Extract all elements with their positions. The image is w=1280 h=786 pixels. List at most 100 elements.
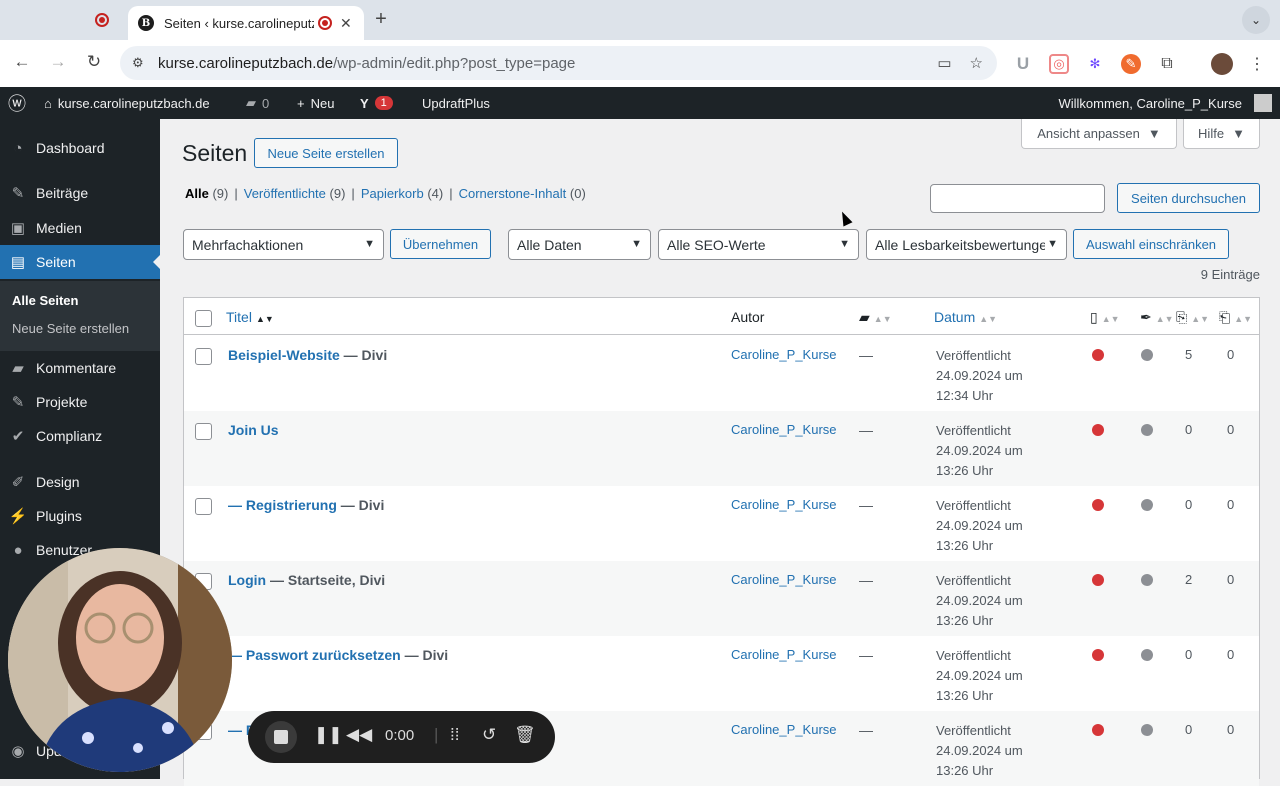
menu-dashboard[interactable]: ◔ Dashboard — [0, 131, 160, 165]
comments-link[interactable]: ▰ 0 — [246, 87, 269, 119]
author-link[interactable]: Caroline_P_Kurse — [731, 722, 837, 737]
tab-title: Seiten ‹ kurse.carolineputzbach.de — [164, 15, 314, 31]
feather-icon: ✒ — [1140, 309, 1152, 325]
column-readability[interactable]: ✒ ▲▼ — [1140, 309, 1174, 326]
row-checkbox[interactable] — [195, 348, 212, 365]
submenu-all-pages[interactable]: Alle Seiten — [12, 293, 78, 308]
rewind-icon[interactable]: ◀◀ — [346, 725, 372, 745]
media-icon: ▣ — [10, 220, 26, 237]
page-title: Seiten — [182, 140, 248, 166]
menu-projects[interactable]: ✎ Projekte — [0, 385, 160, 419]
screen-options-button[interactable]: Ansicht anpassen ▼ — [1021, 119, 1177, 149]
items-count: 9 Einträge — [1200, 267, 1260, 282]
row-checkbox[interactable] — [195, 498, 212, 515]
extension-badge-icon[interactable]: ✻ — [1085, 54, 1105, 74]
seo-score-dot — [1092, 574, 1104, 586]
filter-button[interactable]: Auswahl einschränken — [1073, 229, 1229, 259]
column-outgoing-links[interactable]: ⎘ ▲▼ — [1176, 309, 1209, 326]
row-checkbox[interactable] — [195, 423, 212, 440]
menu-media[interactable]: ▣ Medien — [0, 211, 160, 245]
date-filter-select[interactable]: Alle Daten ▼ — [508, 229, 651, 260]
comments-cell: — — [859, 722, 873, 738]
seo-filter-select[interactable]: Alle SEO-Werte ▼ — [658, 229, 859, 260]
profile-avatar[interactable] — [1211, 53, 1233, 75]
restart-icon[interactable]: ↺ — [482, 725, 496, 745]
new-content-link[interactable]: + Neu — [297, 87, 334, 119]
page-title-link[interactable]: Beispiel-Website — Divi — [228, 347, 387, 363]
site-name-link[interactable]: ⌂ kurse.carolineputzbach.de — [44, 87, 210, 119]
column-title[interactable]: Titel ▲▼ — [226, 309, 274, 325]
webcam-person-image — [8, 548, 232, 772]
sort-icon: ▲▼ — [873, 314, 892, 324]
author-link[interactable]: Caroline_P_Kurse — [731, 422, 837, 437]
url-text: kurse.carolineputzbach.de/wp-admin/edit.… — [158, 54, 576, 72]
pinned-tab[interactable] — [86, 8, 118, 32]
sort-icon: ▲▼ — [979, 314, 998, 324]
updraftplus-link[interactable]: UpdraftPlus — [422, 87, 490, 119]
help-button[interactable]: Hilfe ▼ — [1183, 119, 1260, 149]
close-tab-icon[interactable]: ✕ — [340, 15, 352, 32]
page-title-link[interactable]: — Registrierung — Divi — [228, 497, 384, 513]
filter-trash[interactable]: Papierkorb (4) — [361, 186, 443, 201]
back-icon[interactable]: ← — [10, 52, 34, 72]
author-link[interactable]: Caroline_P_Kurse — [731, 497, 837, 512]
column-seo-score[interactable]: ▯ ▲▼ — [1090, 309, 1120, 326]
browser-menu-icon[interactable]: ⋮ — [1247, 54, 1267, 74]
menu-posts[interactable]: ✎ Beiträge — [0, 176, 160, 210]
search-pages-button[interactable]: Seiten durchsuchen — [1117, 183, 1260, 213]
menu-comments[interactable]: ▰ Kommentare — [0, 351, 160, 385]
active-tab[interactable]: B Seiten ‹ kurse.carolineputzbach.de ✕ — [128, 6, 364, 40]
author-link[interactable]: Caroline_P_Kurse — [731, 647, 837, 662]
comments-cell: — — [859, 497, 873, 513]
add-new-page-button[interactable]: Neue Seite erstellen — [254, 138, 398, 168]
mouse-cursor — [837, 209, 853, 227]
column-comments[interactable]: ▰ ▲▼ — [859, 309, 892, 326]
reload-icon[interactable]: ↻ — [82, 52, 106, 72]
stop-recording-button[interactable] — [265, 721, 297, 753]
column-date[interactable]: Datum ▲▼ — [934, 309, 997, 325]
incoming-links-count: 0 — [1227, 497, 1235, 512]
trash-icon[interactable]: 🗑 — [514, 725, 536, 745]
bookmark-star-icon[interactable]: ☆ — [970, 54, 983, 72]
author-link[interactable]: Caroline_P_Kurse — [731, 347, 837, 362]
column-incoming-links[interactable]: ⎗ ▲▼ — [1219, 309, 1252, 326]
my-account-link[interactable]: Willkommen, Caroline_P_Kurse — [1058, 87, 1272, 119]
recording-timer: 0:00 — [385, 727, 415, 744]
extension-orange-icon[interactable]: ✎ — [1121, 54, 1141, 74]
site-settings-icon[interactable]: ⚙ — [132, 55, 148, 71]
new-tab-icon[interactable]: + — [370, 8, 392, 31]
menu-pages[interactable]: ▤ Seiten — [0, 245, 160, 279]
pages-submenu: Alle Seiten Neue Seite erstellen — [0, 281, 160, 351]
extension-u-icon[interactable]: U — [1013, 54, 1033, 74]
bulk-action-select[interactable]: Mehrfachaktionen ▼ — [183, 229, 384, 260]
filter-all[interactable]: Alle (9) — [185, 186, 228, 201]
pause-icon[interactable]: ❚❚ — [314, 725, 343, 745]
submenu-new-page[interactable]: Neue Seite erstellen — [12, 321, 129, 336]
forward-icon[interactable]: → — [46, 52, 70, 72]
menu-plugins[interactable]: ⚡ Plugins — [0, 499, 160, 533]
yoast-link[interactable]: Y1 — [360, 87, 393, 119]
readability-dot — [1141, 649, 1153, 661]
extension-instagram-icon[interactable]: ◎ — [1049, 54, 1069, 74]
readability-filter-select[interactable]: Alle Lesbarkeitsbewertungen ▼ — [866, 229, 1067, 260]
wordpress-logo-icon[interactable]: ⓦ — [8, 87, 26, 119]
menu-design[interactable]: ✐ Design — [0, 465, 160, 499]
comment-bubble-icon: ▰ — [859, 309, 870, 325]
page-title-link[interactable]: — Passwort zurücksetzen — Divi — [228, 647, 448, 663]
select-all-checkbox[interactable] — [195, 310, 212, 327]
author-link[interactable]: Caroline_P_Kurse — [731, 572, 837, 587]
chevron-down-icon: ▼ — [631, 238, 642, 250]
extensions-puzzle-icon[interactable]: ⧉ — [1157, 54, 1177, 74]
page-title-link[interactable]: Login — Startseite, Divi — [228, 572, 385, 588]
address-bar[interactable]: ⚙ kurse.carolineputzbach.de/wp-admin/edi… — [120, 46, 997, 80]
filter-published[interactable]: Veröffentlichte (9) — [244, 186, 346, 201]
tab-search-icon[interactable]: ⌄ — [1242, 6, 1270, 34]
menu-complianz[interactable]: ✔ Complianz — [0, 419, 160, 453]
camera-icon[interactable]: ▭ — [937, 54, 951, 72]
drag-handle-icon[interactable]: ⁞⁞ — [450, 725, 459, 745]
filter-cornerstone[interactable]: Cornerstone-Inhalt (0) — [459, 186, 586, 201]
search-input[interactable] — [930, 184, 1105, 213]
page-title-link[interactable]: Join Us — [228, 422, 279, 438]
apply-button[interactable]: Übernehmen — [390, 229, 491, 259]
pin-icon: ✎ — [11, 394, 25, 411]
